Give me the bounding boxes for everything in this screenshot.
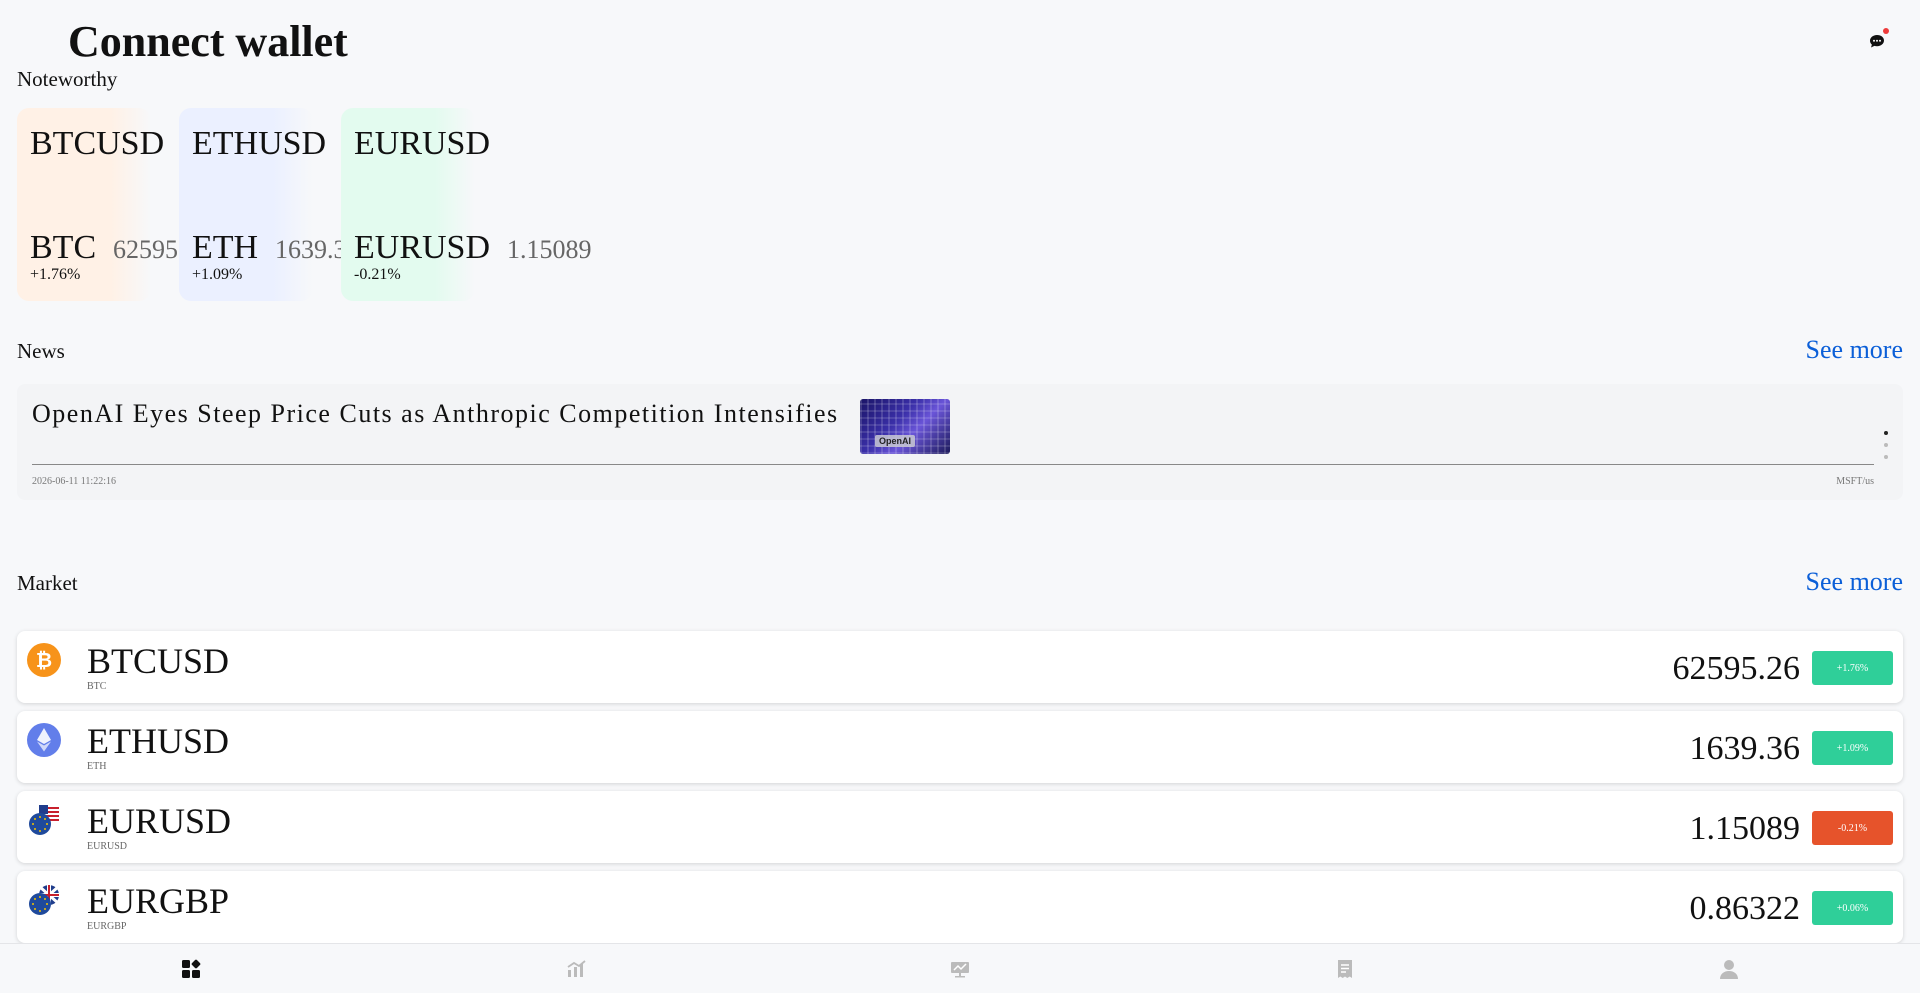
card-symbol: BTCUSD (30, 125, 165, 162)
svg-text:₿: ₿ (36, 648, 52, 672)
news-source: MSFT/us (1836, 476, 1874, 487)
card-base: BTC (30, 229, 97, 266)
profile-icon[interactable] (1718, 958, 1740, 980)
unread-dot (1883, 28, 1889, 34)
market-row-eurusd[interactable]: EURUSD EURUSD 1.15089 -0.21% (17, 791, 1903, 863)
market-sub: BTC (87, 681, 107, 692)
card-symbol: ETHUSD (192, 125, 327, 162)
home-grid-icon[interactable] (180, 958, 202, 980)
eu-uk-flag-icon (27, 883, 61, 917)
news-divider (32, 464, 1874, 465)
news-thumb-label: OpenAI (875, 435, 916, 447)
market-row-eurgbp[interactable]: EURGBP EURGBP 0.86322 +0.06% (17, 871, 1903, 943)
market-symbol: ETHUSD (87, 721, 229, 761)
noteworthy-cards: BTCUSD BTC 62595 +1.76% ETHUSD ETH 1639.… (17, 108, 617, 302)
card-price: 62595 (113, 235, 178, 264)
card-change: +1.76% (30, 266, 81, 283)
card-change: +1.09% (192, 266, 243, 283)
change-badge: +1.09% (1812, 731, 1893, 765)
market-symbol: EURGBP (87, 881, 230, 921)
market-price: 62595.26 (1672, 650, 1801, 687)
noteworthy-title: Noteworthy (17, 67, 118, 91)
card-price: 1.15089 (507, 235, 592, 264)
news-headline: OpenAI Eyes Steep Price Cuts as Anthropi… (32, 399, 839, 428)
market-price: 1.15089 (1689, 810, 1801, 847)
chat-bubble-icon[interactable] (1868, 28, 1889, 50)
bottom-nav (0, 943, 1920, 993)
change-badge: +0.06% (1812, 891, 1893, 925)
market-symbol: BTCUSD (87, 641, 230, 681)
page-title[interactable]: Connect wallet (68, 16, 348, 68)
news-title: News (17, 339, 65, 363)
news-date: 2026-06-11 11:22:16 (32, 476, 116, 487)
chart-icon[interactable] (565, 958, 587, 980)
ethereum-icon (27, 723, 61, 757)
market-sub: EURGBP (87, 921, 127, 932)
news-item[interactable]: OpenAI Eyes Steep Price Cuts as Anthropi… (17, 384, 1903, 500)
market-price: 1639.36 (1689, 730, 1801, 767)
market-price: 0.86322 (1689, 890, 1801, 927)
news-pager[interactable] (1884, 431, 1890, 467)
noteworthy-card-btcusd[interactable]: BTCUSD BTC 62595 +1.76% (17, 108, 178, 301)
market-row-btcusd[interactable]: ₿ BTCUSD BTC 62595.26 +1.76% (17, 631, 1903, 703)
eu-us-flag-icon (27, 803, 61, 837)
market-sub: EURUSD (87, 841, 128, 852)
market-row-ethusd[interactable]: ETHUSD ETH 1639.36 +1.09% (17, 711, 1903, 783)
pager-dot-active[interactable] (1884, 431, 1888, 435)
news-thumbnail: OpenAI (860, 399, 950, 454)
market-title: Market (17, 571, 78, 595)
change-badge: +1.76% (1812, 651, 1893, 685)
market-symbol: EURUSD (87, 801, 232, 841)
market-see-more-link[interactable]: See more (1806, 566, 1903, 598)
pager-dot[interactable] (1884, 455, 1888, 459)
card-base: EURUSD (354, 229, 491, 266)
pager-dot[interactable] (1884, 443, 1888, 447)
card-symbol: EURUSD (354, 125, 491, 162)
bitcoin-icon: ₿ (27, 643, 61, 677)
orders-icon[interactable] (1334, 958, 1356, 980)
trade-board-icon[interactable] (949, 958, 971, 980)
noteworthy-card-ethusd[interactable]: ETHUSD ETH 1639.36 +1.09% (179, 108, 360, 301)
noteworthy-card-eurusd[interactable]: EURUSD EURUSD 1.15089 -0.21% (341, 108, 592, 301)
market-sub: ETH (87, 761, 107, 772)
card-base: ETH (192, 229, 259, 266)
change-badge: -0.21% (1812, 811, 1893, 845)
header: Connect wallet (0, 0, 1920, 74)
news-see-more-link[interactable]: See more (1806, 334, 1903, 366)
card-change: -0.21% (354, 266, 401, 283)
